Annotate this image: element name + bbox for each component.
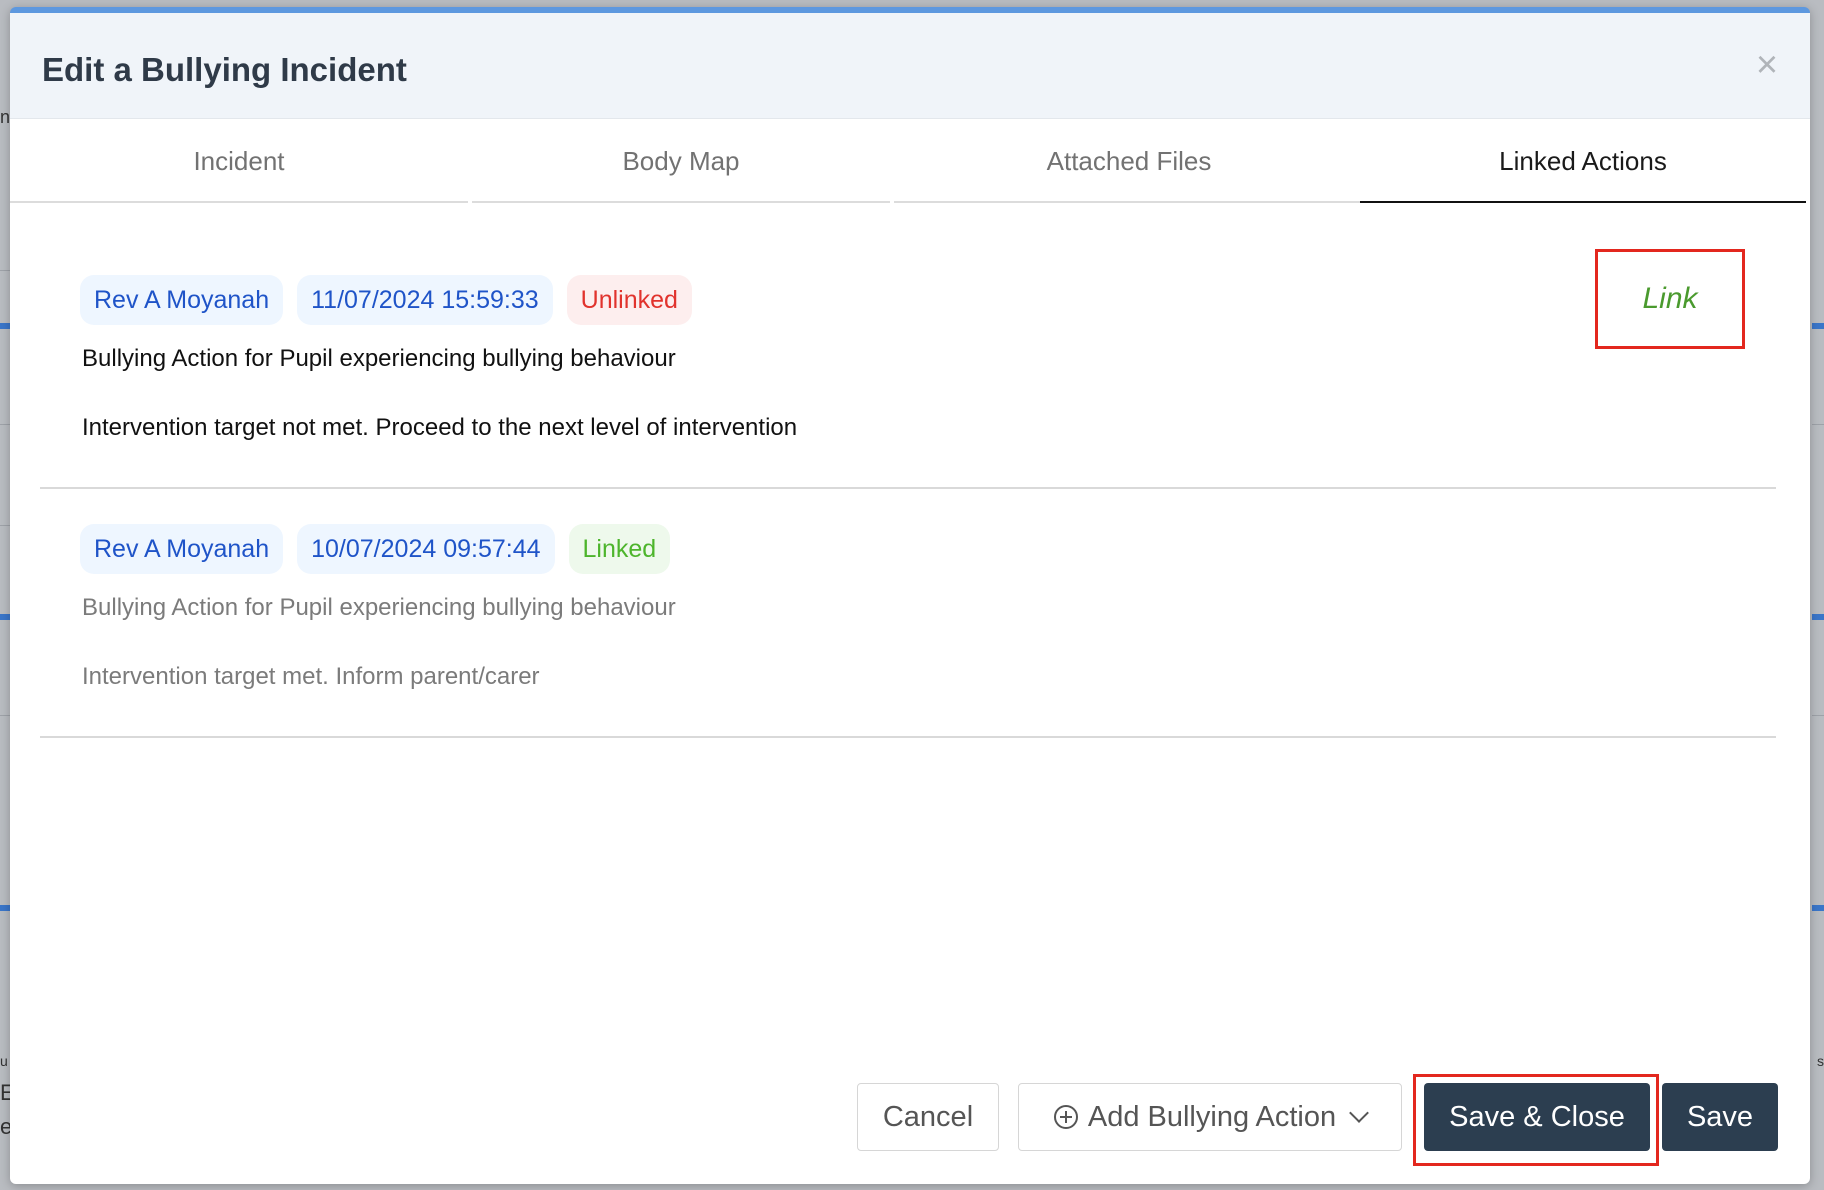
tab-body-map[interactable]: Body Map (472, 119, 890, 203)
tab-attached-files[interactable]: Attached Files (894, 119, 1364, 203)
action-title: Bullying Action for Pupil experiencing b… (82, 345, 676, 372)
link-button[interactable]: Link (1595, 249, 1745, 349)
chevron-down-icon (1349, 1103, 1370, 1123)
tab-incident[interactable]: Incident (10, 119, 468, 203)
cancel-button-label: Cancel (882, 1100, 974, 1133)
tab-linked-actions[interactable]: Linked Actions (1360, 119, 1806, 203)
action-meta: Rev A Moyanah 10/07/2024 09:57:44 Linked (80, 524, 671, 576)
backdrop-divider (1812, 424, 1824, 425)
backdrop-text: s (1817, 1053, 1824, 1069)
linked-action-item: Rev A Moyanah 10/07/2024 09:57:44 Linked… (40, 524, 1776, 738)
author-chip: Rev A Moyanah (80, 524, 284, 574)
plus-circle-icon (1053, 1105, 1078, 1129)
author-chip: Rev A Moyanah (80, 275, 284, 325)
save-and-close-button[interactable]: Save & Close (1424, 1083, 1650, 1151)
edit-incident-modal: Edit a Bullying Incident × Incident Body… (10, 7, 1810, 1184)
save-label: Save (1686, 1100, 1754, 1133)
backdrop-text: u (0, 1053, 8, 1069)
status-badge: Linked (568, 524, 671, 574)
backdrop-divider (1812, 715, 1824, 716)
close-icon[interactable]: × (1752, 46, 1782, 84)
backdrop-accent-strip (1812, 905, 1824, 911)
action-meta: Rev A Moyanah 11/07/2024 15:59:33 Unlink… (80, 275, 692, 327)
backdrop-text: n (0, 107, 11, 127)
save-button[interactable]: Save (1662, 1083, 1778, 1151)
backdrop-accent-strip (1812, 614, 1824, 620)
linked-action-item: Rev A Moyanah 11/07/2024 15:59:33 Unlink… (40, 275, 1776, 489)
modal-title: Edit a Bullying Incident (42, 51, 407, 88)
add-bullying-action-dropdown[interactable]: Add Bullying Action (1018, 1083, 1402, 1151)
action-description: Intervention target not met. Proceed to … (82, 414, 798, 441)
cancel-button[interactable]: Cancel (857, 1083, 999, 1151)
tab-bar: Incident Body Map Attached Files Linked … (10, 119, 1810, 205)
timestamp-chip: 10/07/2024 09:57:44 (297, 524, 555, 574)
save-close-label: Save & Close (1449, 1100, 1625, 1133)
backdrop-accent-strip (1812, 323, 1824, 329)
modal-header: Edit a Bullying Incident × (10, 13, 1810, 119)
timestamp-chip: 11/07/2024 15:59:33 (297, 275, 553, 325)
action-title: Bullying Action for Pupil experiencing b… (82, 594, 676, 621)
status-badge: Unlinked (566, 275, 692, 325)
add-action-label: Add Bullying Action (1087, 1100, 1337, 1133)
action-description: Intervention target met. Inform parent/c… (82, 663, 540, 690)
